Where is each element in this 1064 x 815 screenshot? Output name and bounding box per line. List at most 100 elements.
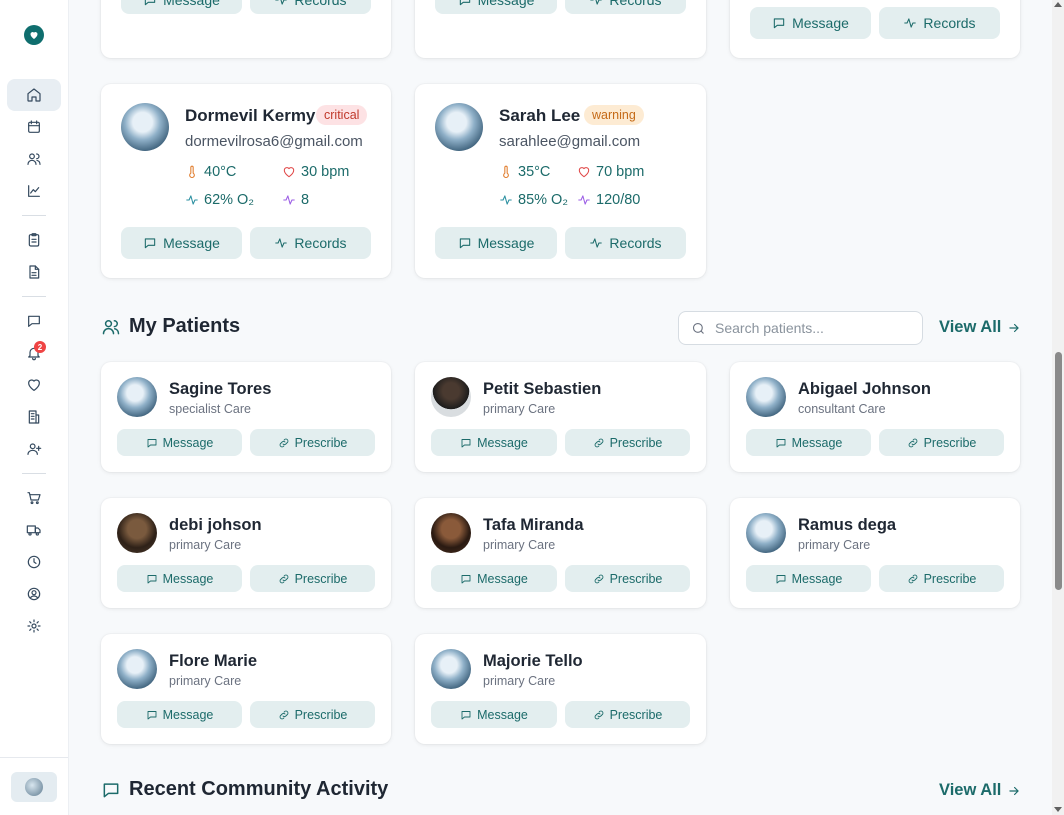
search-icon (692, 322, 704, 334)
message-button[interactable]: Message (117, 565, 242, 592)
activity-icon (500, 195, 512, 205)
patient-email: dormevilrosa6@gmail.com (185, 133, 363, 150)
message-icon[interactable] (7, 305, 61, 337)
patient-card-partial: Message Records (730, 0, 1020, 58)
patient-avatar (431, 377, 471, 417)
heart-rate-vital: 30 bpm (282, 164, 349, 180)
message-button[interactable]: Message (117, 701, 242, 728)
building-icon[interactable] (7, 401, 61, 433)
chart-icon[interactable] (7, 175, 61, 207)
heart-icon (283, 167, 295, 178)
sidebar-footer-divider (0, 757, 68, 758)
patient-name: Dormevil Kermy (185, 106, 316, 125)
patient-card: Flore Marie primary Care Message Prescri… (101, 634, 391, 744)
patient-card-partial: Message Records (101, 0, 391, 58)
message-button[interactable]: Message (750, 7, 871, 39)
thermometer-icon (189, 165, 195, 179)
community-activity-title: Recent Community Activity (101, 778, 388, 801)
patient-avatar (746, 513, 786, 553)
pulse-vital: 8 (282, 192, 309, 208)
care-type: specialist Care (169, 402, 251, 416)
prescribe-button[interactable]: Prescribe (879, 565, 1004, 592)
file-text-icon[interactable] (7, 256, 61, 288)
patient-email: sarahlee@gmail.com (499, 133, 641, 150)
patient-name: debi johson (169, 516, 262, 534)
logo-heart-icon[interactable] (24, 25, 44, 45)
patient-name: Majorie Tello (483, 652, 583, 670)
home-icon[interactable] (7, 79, 61, 111)
records-button[interactable]: Records (250, 0, 371, 14)
care-type: primary Care (483, 402, 556, 416)
calendar-icon[interactable] (7, 111, 61, 143)
patient-avatar (117, 513, 157, 553)
message-button[interactable]: Message (431, 429, 557, 456)
users-icon[interactable] (7, 143, 61, 175)
oxygen-vital: 62% O₂ (185, 192, 254, 208)
prescribe-button[interactable]: Prescribe (250, 701, 375, 728)
activity-icon (186, 195, 198, 205)
patient-card: Petit Sebastien primary Care Message Pre… (415, 362, 706, 472)
temperature-vital: 40°C (185, 164, 236, 180)
user-circle-icon[interactable] (7, 578, 61, 610)
prescribe-button[interactable]: Prescribe (565, 429, 690, 456)
notification-count-badge: 2 (34, 341, 46, 353)
patient-avatar (746, 377, 786, 417)
records-button[interactable]: Records (565, 227, 686, 259)
critical-patient-card: Dormevil Kermy critical dormevilrosa6@gm… (101, 84, 391, 278)
message-button[interactable]: Message (121, 227, 242, 259)
prescribe-button[interactable]: Prescribe (879, 429, 1004, 456)
patient-card: Abigael Johnson consultant Care Message … (730, 362, 1020, 472)
patient-card: Tafa Miranda primary Care Message Prescr… (415, 498, 706, 608)
patient-card: Sagine Tores specialist Care Message Pre… (101, 362, 391, 472)
heart-rate-vital: 70 bpm (577, 164, 644, 180)
prescribe-button[interactable]: Prescribe (565, 701, 690, 728)
care-type: primary Care (483, 674, 556, 688)
records-button[interactable]: Records (879, 7, 1000, 39)
message-button[interactable]: Message (431, 701, 557, 728)
patient-name: Tafa Miranda (483, 516, 584, 534)
cart-icon[interactable] (7, 482, 61, 514)
prescribe-button[interactable]: Prescribe (250, 565, 375, 592)
message-button[interactable]: Message (117, 429, 242, 456)
care-type: primary Care (169, 538, 242, 552)
blood-pressure-vital: 120/80 (577, 192, 640, 208)
search-patients-field[interactable] (678, 311, 923, 345)
message-button[interactable]: Message (746, 565, 871, 592)
scroll-down-arrow-icon[interactable] (1054, 807, 1062, 812)
heart-icon[interactable] (7, 369, 61, 401)
view-all-patients-link[interactable]: View All (939, 318, 1021, 337)
scrollbar[interactable] (1052, 0, 1064, 815)
records-button[interactable]: Records (250, 227, 371, 259)
patient-avatar (431, 649, 471, 689)
clipboard-icon[interactable] (7, 224, 61, 256)
message-button[interactable]: Message (431, 565, 557, 592)
prescribe-button[interactable]: Prescribe (250, 429, 375, 456)
settings-icon[interactable] (7, 610, 61, 642)
message-button[interactable]: Message (435, 0, 557, 14)
care-type: primary Care (169, 674, 242, 688)
my-patients-title: My Patients (101, 315, 240, 338)
message-button[interactable]: Message (121, 0, 242, 14)
message-button[interactable]: Message (435, 227, 557, 259)
patient-avatar (117, 649, 157, 689)
patient-name: Abigael Johnson (798, 380, 931, 398)
clock-icon[interactable] (7, 546, 61, 578)
bell-icon[interactable] (7, 337, 61, 369)
heart-icon (578, 167, 590, 178)
truck-icon[interactable] (7, 514, 61, 546)
scroll-up-arrow-icon[interactable] (1054, 2, 1062, 7)
activity-icon (578, 195, 590, 205)
patient-card: debi johson primary Care Message Prescri… (101, 498, 391, 608)
user-avatar[interactable] (11, 772, 57, 802)
view-all-community-link[interactable]: View All (939, 781, 1021, 800)
sidebar-divider (22, 296, 46, 297)
status-badge: critical (316, 105, 368, 125)
user-plus-icon[interactable] (7, 433, 61, 465)
prescribe-button[interactable]: Prescribe (565, 565, 690, 592)
search-input[interactable] (715, 320, 905, 336)
message-button[interactable]: Message (746, 429, 871, 456)
records-button[interactable]: Records (565, 0, 686, 14)
patient-card: Ramus dega primary Care Message Prescrib… (730, 498, 1020, 608)
scrollbar-thumb[interactable] (1055, 352, 1062, 590)
sidebar: 2 (0, 0, 69, 815)
